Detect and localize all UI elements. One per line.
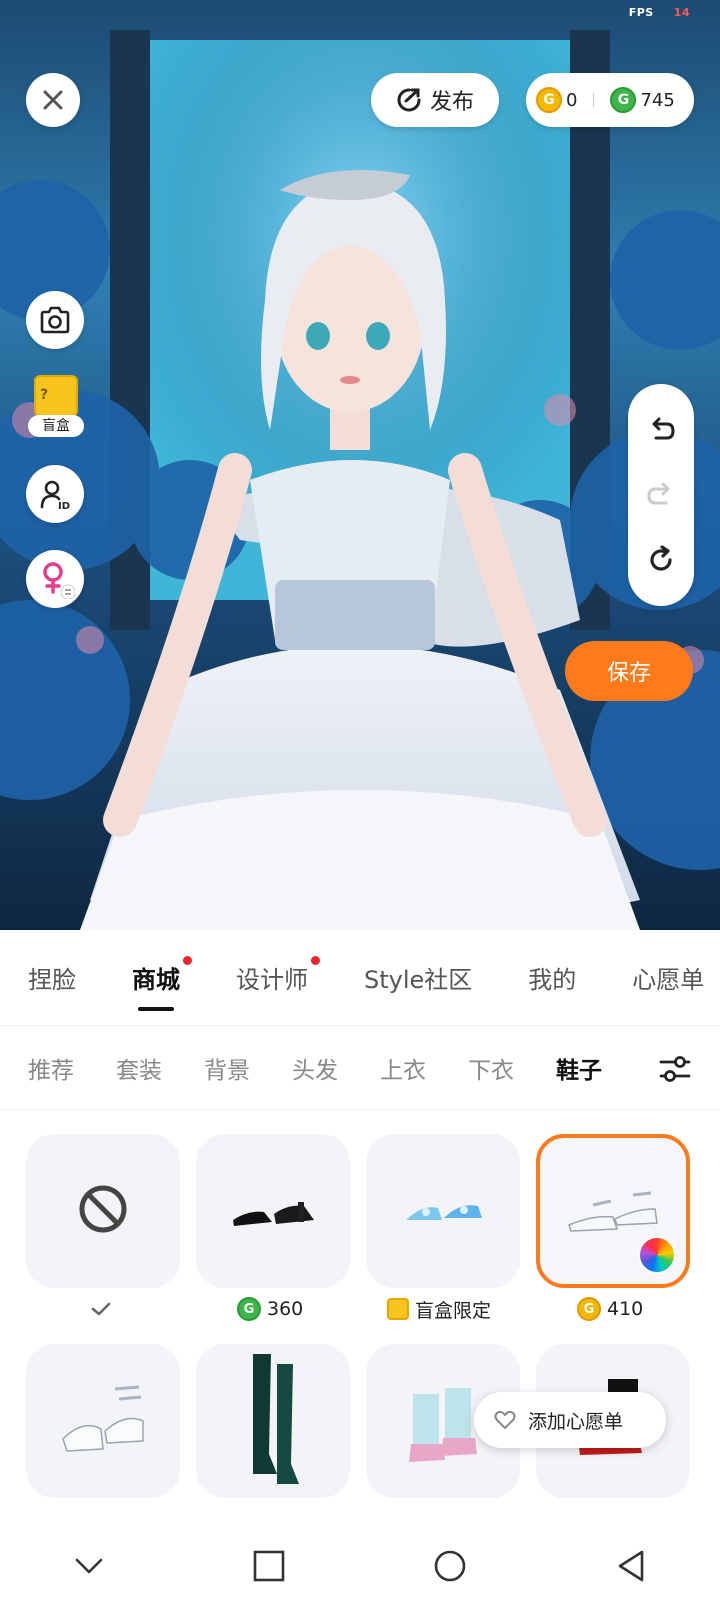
blindbox-button[interactable]: ? 盲盒	[24, 375, 88, 439]
check-icon	[91, 1302, 111, 1316]
main-tab-4[interactable]: 我的	[528, 960, 576, 995]
avatar-scene[interactable]: FPS 14 发布 G 0 G 745 ? 盲盒 ID 保存	[0, 0, 720, 930]
scene-background	[0, 30, 720, 930]
price-value: 360	[267, 1298, 304, 1320]
redo-icon[interactable]	[646, 480, 676, 510]
category-tab-2[interactable]: 背景	[204, 1051, 250, 1085]
back-triangle-icon[interactable]	[616, 1549, 646, 1583]
category-tab-6[interactable]: 鞋子	[556, 1051, 602, 1085]
gold-coin-icon: G	[577, 1297, 601, 1321]
category-tab-5[interactable]: 下衣	[468, 1051, 514, 1085]
item-tile-white-strap-heels[interactable]	[26, 1344, 180, 1498]
item-image	[228, 1184, 318, 1238]
close-icon	[43, 90, 63, 110]
item-price: G 360	[237, 1294, 303, 1324]
item-tile-black-shoes[interactable]	[196, 1134, 350, 1288]
reset-icon[interactable]	[646, 545, 676, 575]
item-image	[398, 1184, 488, 1238]
chevron-down-icon[interactable]	[74, 1557, 104, 1575]
item-tile-green-boots[interactable]	[196, 1344, 350, 1498]
main-tab-label: 商城	[132, 966, 180, 994]
category-tab-3[interactable]: 头发	[292, 1051, 338, 1085]
main-tab-label: 捏脸	[28, 966, 76, 994]
camera-icon	[40, 306, 70, 334]
main-tab-label: Style社区	[364, 966, 473, 994]
price-value: 410	[607, 1298, 644, 1320]
main-tab-1[interactable]: 商城	[132, 956, 192, 1011]
main-tab-0[interactable]: 捏脸	[28, 960, 76, 995]
main-tab-2[interactable]: 设计师	[236, 956, 320, 995]
system-navigation-bar	[0, 1520, 720, 1612]
main-tabs: 捏脸 商城 设计师 Style社区 我的 心愿单	[0, 930, 720, 1026]
home-circle-icon[interactable]	[433, 1549, 467, 1583]
item-tile-white-strap-shoes[interactable]	[536, 1134, 690, 1288]
main-tab-label: 设计师	[236, 966, 308, 994]
item-price	[90, 1294, 112, 1324]
green-coin-icon: G	[237, 1297, 261, 1321]
recents-square-icon[interactable]	[253, 1550, 285, 1582]
blindbox-label: 盲盒	[28, 415, 84, 437]
female-gender-icon	[43, 562, 75, 599]
add-wishlist-tooltip[interactable]: 添加心愿单	[474, 1392, 666, 1448]
main-tab-5[interactable]: 心愿单	[632, 960, 704, 995]
history-panel	[628, 384, 694, 606]
color-wheel-icon[interactable]	[638, 1236, 676, 1274]
category-tab-0[interactable]: 推荐	[28, 1051, 74, 1085]
item-image	[563, 1179, 663, 1243]
undo-icon[interactable]	[646, 415, 676, 445]
gold-balance: 0	[566, 89, 578, 111]
fps-counter: FPS 14	[628, 6, 690, 19]
currency-balance[interactable]: G 0 G 745	[526, 73, 694, 127]
blindbox-mini-icon	[387, 1298, 409, 1320]
save-button[interactable]: 保存	[565, 641, 693, 701]
publish-button[interactable]: 发布	[371, 73, 499, 127]
currency-divider	[593, 93, 595, 107]
notification-dot	[183, 956, 192, 965]
no-item-icon	[77, 1183, 129, 1239]
category-tab-1[interactable]: 套装	[116, 1051, 162, 1085]
green-coin-icon: G	[610, 87, 637, 113]
item-tile-none[interactable]	[26, 1134, 180, 1288]
item-image	[233, 1344, 313, 1498]
item-price: G 410	[577, 1294, 643, 1324]
main-tab-label: 我的	[528, 966, 577, 994]
gender-switch-button[interactable]	[26, 550, 84, 608]
gold-coin-icon: G	[536, 87, 562, 113]
item-image	[53, 1369, 153, 1473]
close-button[interactable]	[26, 73, 80, 127]
filter-icon[interactable]	[658, 1052, 692, 1086]
category-tab-4[interactable]: 上衣	[380, 1051, 426, 1085]
person-id-icon: ID	[40, 480, 70, 510]
heart-icon	[494, 1410, 516, 1429]
price-value: 盲盒限定	[415, 1299, 492, 1322]
main-tab-3[interactable]: Style社区	[364, 960, 472, 995]
item-price: 盲盒限定	[387, 1294, 491, 1324]
avatar-id-button[interactable]: ID	[26, 465, 84, 523]
add-wishlist-label: 添加心愿单	[528, 1410, 624, 1433]
publish-label: 发布	[429, 90, 474, 115]
item-tile-blue-crystal-heels[interactable]	[366, 1134, 520, 1288]
svg-text:ID: ID	[58, 501, 70, 510]
publish-icon	[397, 88, 421, 112]
notification-dot	[311, 956, 320, 965]
camera-button[interactable]	[26, 291, 84, 349]
green-balance: 745	[640, 89, 675, 111]
category-tabs: 推荐 套装 背景 头发 上衣 下衣 鞋子	[0, 1026, 720, 1110]
main-tab-label: 心愿单	[632, 966, 705, 994]
